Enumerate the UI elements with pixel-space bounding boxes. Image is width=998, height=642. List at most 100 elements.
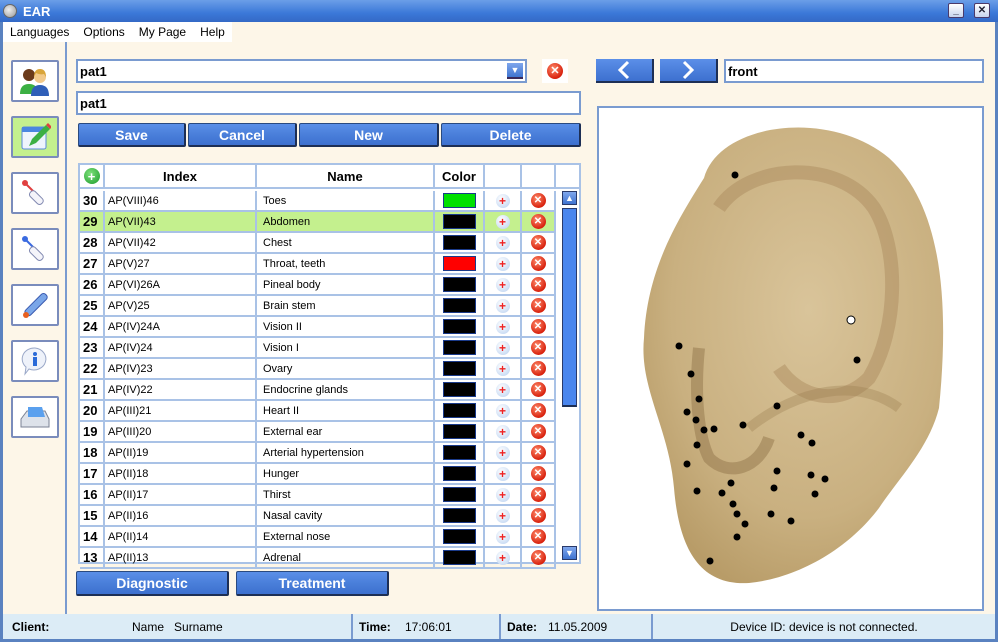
color-swatch[interactable] <box>442 403 476 418</box>
row-delete-cell[interactable]: ✕ <box>522 527 556 548</box>
table-row[interactable]: 21 AP(IV)22 Endocrine glands + ✕ <box>80 380 556 401</box>
row-color-cell[interactable] <box>435 443 485 464</box>
menu-help[interactable]: Help <box>193 25 232 39</box>
row-add-cell[interactable]: + <box>485 191 522 212</box>
ear-point[interactable] <box>687 370 695 378</box>
ear-point[interactable] <box>706 557 714 565</box>
row-color-cell[interactable] <box>435 338 485 359</box>
cancel-button[interactable]: Cancel <box>188 123 297 147</box>
delete-icon[interactable]: ✕ <box>530 298 546 313</box>
table-row[interactable]: 16 AP(II)17 Thirst + ✕ <box>80 485 556 506</box>
ear-point[interactable] <box>811 490 819 498</box>
delete-icon[interactable]: ✕ <box>530 529 546 544</box>
row-color-cell[interactable] <box>435 275 485 296</box>
delete-icon[interactable]: ✕ <box>530 550 546 565</box>
delete-icon[interactable]: ✕ <box>530 193 546 208</box>
color-swatch[interactable] <box>442 382 476 397</box>
row-add-cell[interactable]: + <box>485 548 522 569</box>
row-delete-cell[interactable]: ✕ <box>522 212 556 233</box>
color-swatch[interactable] <box>442 487 476 502</box>
scroll-down-button[interactable]: ▼ <box>562 546 577 560</box>
color-swatch[interactable] <box>442 298 476 313</box>
row-add-cell[interactable]: + <box>485 485 522 506</box>
prev-view-button[interactable] <box>596 59 654 83</box>
row-delete-cell[interactable]: ✕ <box>522 443 556 464</box>
delete-icon[interactable]: ✕ <box>530 319 546 334</box>
table-row[interactable]: 17 AP(II)18 Hunger + ✕ <box>80 464 556 485</box>
table-row[interactable]: 26 AP(VI)26A Pineal body + ✕ <box>80 275 556 296</box>
ear-map-panel[interactable] <box>597 106 984 611</box>
ear-point[interactable] <box>700 426 708 434</box>
chevron-down-icon[interactable]: ▼ <box>507 63 523 79</box>
header-index[interactable]: Index <box>105 165 257 187</box>
table-row[interactable]: 30 AP(VIII)46 Toes + ✕ <box>80 191 556 212</box>
color-swatch[interactable] <box>442 445 476 460</box>
add-icon[interactable]: + <box>495 550 510 565</box>
row-color-cell[interactable] <box>435 212 485 233</box>
row-color-cell[interactable] <box>435 506 485 527</box>
delete-icon[interactable]: ✕ <box>530 508 546 523</box>
add-icon[interactable]: + <box>495 487 510 502</box>
row-delete-cell[interactable]: ✕ <box>522 191 556 212</box>
ear-point-selected[interactable] <box>846 315 856 325</box>
delete-icon[interactable]: ✕ <box>530 256 546 271</box>
ear-point[interactable] <box>710 425 718 433</box>
add-icon[interactable]: + <box>495 256 510 271</box>
add-icon[interactable]: + <box>495 466 510 481</box>
row-color-cell[interactable] <box>435 191 485 212</box>
treatment-button[interactable]: Treatment <box>236 571 389 596</box>
sidebar-item-probe-red[interactable] <box>11 172 59 214</box>
ear-point[interactable] <box>675 342 683 350</box>
ear-point[interactable] <box>695 395 703 403</box>
ear-point[interactable] <box>693 441 701 449</box>
row-delete-cell[interactable]: ✕ <box>522 506 556 527</box>
add-icon[interactable]: + <box>495 382 510 397</box>
row-add-cell[interactable]: + <box>485 254 522 275</box>
ear-point[interactable] <box>683 460 691 468</box>
add-icon[interactable]: + <box>495 529 510 544</box>
delete-icon[interactable]: ✕ <box>530 466 546 481</box>
delete-icon[interactable]: ✕ <box>530 214 546 229</box>
ear-point[interactable] <box>729 500 737 508</box>
table-row[interactable]: 27 AP(V)27 Throat, teeth + ✕ <box>80 254 556 275</box>
ear-point[interactable] <box>767 510 775 518</box>
row-add-cell[interactable]: + <box>485 422 522 443</box>
delete-button[interactable]: Delete <box>441 123 581 147</box>
ear-point[interactable] <box>787 517 795 525</box>
add-icon[interactable]: + <box>495 214 510 229</box>
delete-icon[interactable]: ✕ <box>530 235 546 250</box>
delete-icon[interactable]: ✕ <box>530 382 546 397</box>
color-swatch[interactable] <box>442 361 476 376</box>
row-add-cell[interactable]: + <box>485 338 522 359</box>
table-row[interactable]: 20 AP(III)21 Heart II + ✕ <box>80 401 556 422</box>
row-add-cell[interactable]: + <box>485 443 522 464</box>
ear-point[interactable] <box>693 487 701 495</box>
menu-languages[interactable]: Languages <box>3 25 76 39</box>
row-color-cell[interactable] <box>435 233 485 254</box>
row-color-cell[interactable] <box>435 401 485 422</box>
color-swatch[interactable] <box>442 277 476 292</box>
sidebar-item-edit[interactable] <box>11 116 59 158</box>
row-color-cell[interactable] <box>435 548 485 569</box>
sidebar-item-print[interactable] <box>11 396 59 438</box>
table-row[interactable]: 24 AP(IV)24A Vision II + ✕ <box>80 317 556 338</box>
table-row[interactable]: 15 AP(II)16 Nasal cavity + ✕ <box>80 506 556 527</box>
header-name[interactable]: Name <box>257 165 435 187</box>
row-add-cell[interactable]: + <box>485 401 522 422</box>
ear-point[interactable] <box>770 484 778 492</box>
row-delete-cell[interactable]: ✕ <box>522 485 556 506</box>
row-add-cell[interactable]: + <box>485 359 522 380</box>
row-delete-cell[interactable]: ✕ <box>522 401 556 422</box>
clear-profile-button[interactable]: ✕ <box>542 59 568 83</box>
delete-icon[interactable]: ✕ <box>530 487 546 502</box>
ear-point[interactable] <box>853 356 861 364</box>
ear-point[interactable] <box>773 467 781 475</box>
row-delete-cell[interactable]: ✕ <box>522 254 556 275</box>
diagnostic-button[interactable]: Diagnostic <box>76 571 229 596</box>
add-point-button[interactable]: + <box>80 165 105 187</box>
table-row[interactable]: 23 AP(IV)24 Vision I + ✕ <box>80 338 556 359</box>
row-color-cell[interactable] <box>435 422 485 443</box>
add-icon[interactable]: + <box>495 298 510 313</box>
sidebar-item-probe-blue[interactable] <box>11 228 59 270</box>
save-button[interactable]: Save <box>78 123 186 147</box>
